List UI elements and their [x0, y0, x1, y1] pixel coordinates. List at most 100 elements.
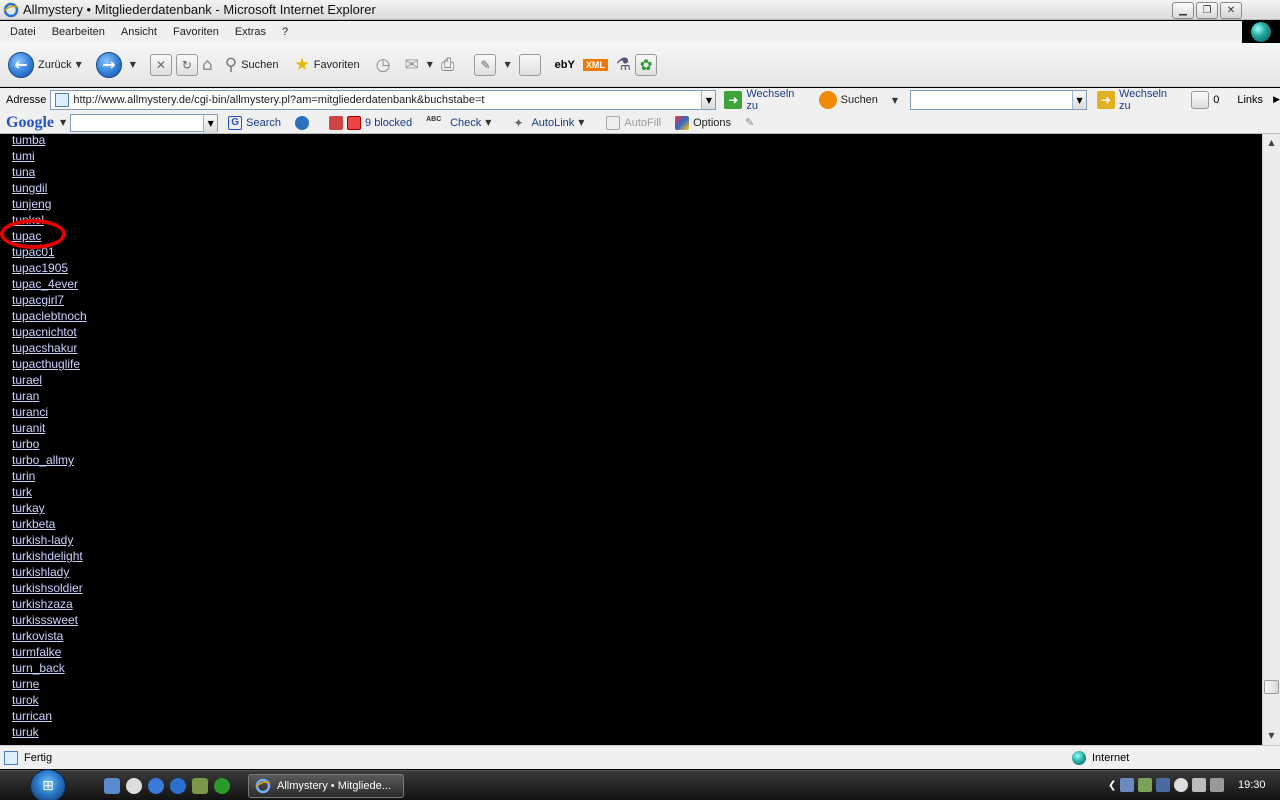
network-icon[interactable] [1120, 778, 1135, 792]
quicklaunch-icq-icon[interactable] [214, 778, 230, 794]
search-engine-input-dropdown-icon[interactable]: ▼ [1072, 91, 1087, 109]
member-link[interactable]: turkisssweet [12, 613, 78, 627]
member-link[interactable]: tunjeng [12, 197, 51, 211]
forward-dropdown-icon[interactable]: ▼ [130, 60, 136, 69]
xml-icon[interactable]: XML [582, 58, 608, 71]
media-player-icon[interactable] [126, 778, 142, 794]
member-link[interactable]: tupac1905 [12, 261, 68, 275]
search-engine-dropdown-icon[interactable]: ▼ [892, 96, 898, 105]
member-link[interactable]: turin [12, 469, 35, 483]
links-chevron-icon[interactable]: ▶ [1273, 95, 1280, 105]
member-link[interactable]: tupacshakur [12, 341, 77, 355]
member-link[interactable]: turanit [12, 421, 45, 435]
windows-counter-icon[interactable] [1191, 91, 1210, 109]
google-logo[interactable]: Google [6, 114, 54, 132]
member-link[interactable]: turmfalke [12, 645, 61, 659]
search-go-button[interactable]: Wechseln zu [1119, 88, 1181, 112]
member-link[interactable]: turkishsoldier [12, 581, 83, 595]
vertical-scrollbar[interactable]: ▲ ▼ [1262, 134, 1280, 745]
member-link[interactable]: tumi [12, 149, 35, 163]
address-dropdown-icon[interactable]: ▼ [701, 91, 716, 109]
search-binoculars-icon[interactable] [818, 91, 837, 109]
favorites-button[interactable]: ★ Favoriten [295, 55, 360, 75]
minimize-button[interactable]: ▁ [1172, 2, 1194, 19]
member-link[interactable]: tuna [12, 165, 35, 179]
member-link[interactable]: turkbeta [12, 517, 55, 531]
member-link[interactable]: turkovista [12, 629, 63, 643]
quicklaunch-app-icon[interactable] [192, 778, 208, 794]
member-link[interactable]: tupac_4ever [12, 277, 78, 291]
member-link[interactable]: turkay [12, 501, 45, 515]
spell-check-button[interactable]: ABC Check ▼ [426, 116, 499, 130]
stop-icon[interactable]: ✕ [149, 53, 172, 76]
menu-help[interactable]: ? [282, 26, 288, 38]
discuss-icon[interactable] [518, 53, 541, 76]
address-input[interactable]: http://www.allmystery.de/cgi-bin/allmyst… [50, 90, 717, 110]
go-arrow-icon[interactable]: ➜ [724, 91, 743, 109]
search-engine-input[interactable]: ▼ [910, 90, 1088, 110]
icq-flower-icon[interactable]: ✿ [635, 53, 658, 76]
links-button[interactable]: Links [1237, 94, 1263, 106]
users-icon[interactable] [1138, 778, 1153, 792]
member-link[interactable]: turne [12, 677, 39, 691]
member-link[interactable]: turbo [12, 437, 39, 451]
research-icon[interactable]: ⚗ [616, 55, 631, 75]
scroll-thumb[interactable] [1264, 680, 1279, 694]
media-play-icon[interactable] [148, 778, 164, 794]
highlighter-icon[interactable]: ✎ [745, 116, 759, 130]
edit-dropdown-icon[interactable]: ▼ [504, 60, 510, 69]
member-link[interactable]: turok [12, 693, 39, 707]
search-go-arrow-icon[interactable]: ➜ [1097, 91, 1115, 109]
search-button[interactable]: ⚲ Suchen [225, 55, 279, 75]
member-link[interactable]: turanci [12, 405, 48, 419]
tray-chevron-icon[interactable]: ❮ [1108, 780, 1116, 791]
member-link[interactable]: turrican [12, 709, 52, 723]
member-link[interactable]: tupacgirl7 [12, 293, 64, 307]
scroll-up-icon[interactable]: ▲ [1263, 134, 1280, 151]
tray-search-icon[interactable] [1174, 778, 1189, 792]
menu-ansicht[interactable]: Ansicht [121, 26, 157, 38]
go-button[interactable]: Wechseln zu [746, 88, 808, 112]
autolink-button[interactable]: ✦ AutoLink ▼ [513, 116, 592, 130]
member-link[interactable]: tupacthuglife [12, 357, 80, 371]
member-link[interactable]: tumba [12, 134, 45, 147]
print-icon[interactable]: ⎙ [441, 55, 455, 75]
mail-dropdown-icon[interactable]: ▼ [427, 60, 433, 69]
google-search-input[interactable]: ▼ [70, 113, 219, 133]
member-link[interactable]: turan [12, 389, 39, 403]
refresh-icon[interactable]: ↻ [175, 53, 198, 76]
home-icon[interactable]: ⌂ [202, 55, 213, 75]
member-link[interactable]: tungdil [12, 181, 47, 195]
back-button[interactable]: ← Zurück ▼ [8, 51, 90, 78]
autolink-dropdown-icon[interactable]: ▼ [578, 118, 584, 127]
google-search-dropdown-icon[interactable]: ▼ [203, 114, 218, 133]
autofill-button[interactable]: AutoFill [606, 115, 661, 130]
menu-favoriten[interactable]: Favoriten [173, 26, 219, 38]
volume-icon[interactable] [1192, 778, 1207, 792]
menu-extras[interactable]: Extras [235, 26, 266, 38]
taskbar-ie-window-button[interactable]: Allmystery • Mitgliede... [248, 774, 404, 798]
options-button[interactable]: Options [675, 115, 731, 130]
news-icon[interactable] [329, 115, 344, 130]
edit-icon[interactable]: ✎ [474, 53, 497, 76]
member-link[interactable]: turk [12, 485, 32, 499]
restore-button[interactable]: ❐ [1196, 2, 1218, 19]
member-link[interactable]: turuk [12, 725, 39, 739]
menu-bearbeiten[interactable]: Bearbeiten [52, 26, 105, 38]
member-link[interactable]: turkishlady [12, 565, 69, 579]
popup-blocker-button[interactable]: 9 blocked [347, 115, 412, 130]
google-search-button[interactable]: G Search [228, 115, 281, 130]
member-link[interactable]: turael [12, 373, 42, 387]
start-button[interactable]: ⊞ [30, 769, 66, 800]
menu-datei[interactable]: Datei [10, 26, 36, 38]
quicklaunch-ie-icon[interactable] [170, 778, 186, 794]
history-icon[interactable]: ◷ [376, 55, 391, 75]
close-button[interactable]: ✕ [1220, 2, 1242, 19]
member-link[interactable]: turbo_allmy [12, 453, 74, 467]
google-menu-dropdown-icon[interactable]: ▼ [60, 118, 66, 127]
scroll-down-icon[interactable]: ▼ [1263, 727, 1280, 744]
member-link[interactable]: turn_back [12, 661, 65, 675]
member-link[interactable]: turkishzaza [12, 597, 73, 611]
member-link[interactable]: tupaclebtnoch [12, 309, 87, 323]
ebay-icon[interactable]: ebY [555, 59, 575, 71]
